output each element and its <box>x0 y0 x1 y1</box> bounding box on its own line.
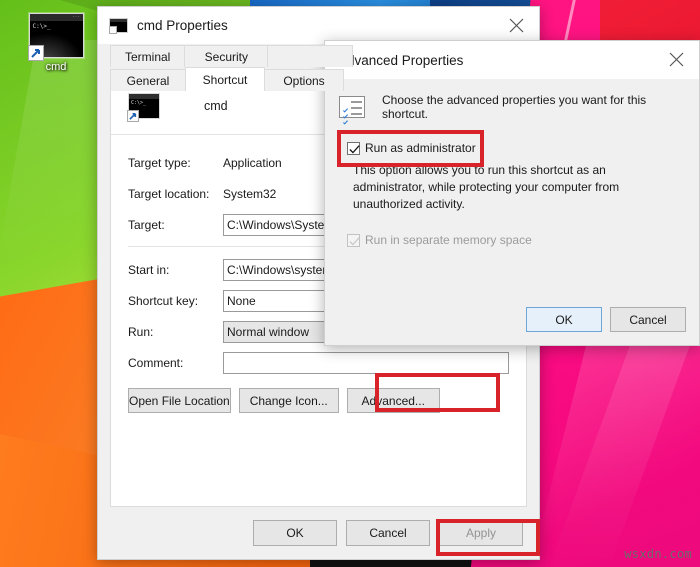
tab-shortcut[interactable]: Shortcut <box>185 67 265 91</box>
advanced-close-button[interactable] <box>653 41 699 78</box>
advanced-dialog-footer: OK Cancel <box>526 307 686 332</box>
properties-apply-button: Apply <box>439 520 523 546</box>
field-label: Shortcut key: <box>128 294 199 308</box>
properties-ok-button[interactable]: OK <box>253 520 337 546</box>
tab-options[interactable]: Options <box>264 69 344 91</box>
shortcut-name: cmd <box>204 99 228 113</box>
close-icon <box>669 52 683 67</box>
field-value: System32 <box>223 187 277 201</box>
advanced-dialog-body: Choose the advanced properties you want … <box>325 79 699 345</box>
checkmark-icon <box>349 144 360 154</box>
properties-tabstrip: Terminal Security General Shortcut Optio… <box>98 44 539 91</box>
advanced-ok-button[interactable]: OK <box>526 307 602 332</box>
tab-security[interactable]: Security <box>184 45 269 67</box>
properties-close-button[interactable] <box>493 7 539 44</box>
cmd-shortcut-icon: C:\>_ <box>127 93 160 122</box>
field-value: Application <box>223 156 282 170</box>
field-label: Start in: <box>128 263 170 277</box>
properties-footer: OK Cancel Apply <box>98 507 539 559</box>
change-icon-button[interactable]: Change Icon... <box>238 388 339 413</box>
tab-shortcut-label: Shortcut <box>202 72 248 87</box>
tab-general-label: General <box>126 73 170 88</box>
field-comment: Comment: <box>111 349 526 377</box>
tab-options-label: Options <box>283 73 325 88</box>
desktop-shortcut-label: cmd <box>45 61 67 73</box>
advanced-button[interactable]: Advanced... <box>346 388 440 413</box>
run-in-separate-memory-row: Run in separate memory space <box>347 233 699 247</box>
properties-window-title: cmd Properties <box>137 18 228 33</box>
field-label: Target: <box>128 218 165 232</box>
comment-input[interactable] <box>223 352 509 374</box>
run-as-administrator-label: Run as administrator <box>365 141 476 155</box>
site-watermark: wsxdn.com <box>624 547 692 561</box>
cmd-titlebar-icon <box>109 18 128 34</box>
run-in-separate-memory-checkbox <box>347 233 360 247</box>
close-icon <box>509 18 523 33</box>
properties-cancel-button[interactable]: Cancel <box>346 520 430 546</box>
tab-overflow[interactable] <box>267 45 354 67</box>
field-label: Comment: <box>128 356 184 370</box>
properties-titlebar: cmd Properties <box>98 7 539 44</box>
advanced-cancel-button[interactable]: Cancel <box>610 307 686 332</box>
field-label: Run: <box>128 325 154 339</box>
tab-security-label: Security <box>204 49 249 64</box>
desktop-shortcut-cmd[interactable]: ··· C:\>_ cmd <box>24 13 88 73</box>
shortcut-arrow-icon <box>127 110 139 122</box>
run-as-administrator-row[interactable]: Run as administrator <box>347 141 699 155</box>
shortcut-arrow-icon <box>27 45 44 61</box>
checkmark-icon <box>349 236 360 246</box>
advanced-intro-text: Choose the advanced properties you want … <box>382 93 647 121</box>
tab-terminal[interactable]: Terminal <box>110 45 186 67</box>
run-in-separate-memory-label: Run in separate memory space <box>365 233 532 247</box>
checklist-icon <box>339 96 365 125</box>
tab-terminal-label: Terminal <box>125 49 171 64</box>
tab-general[interactable]: General <box>110 69 186 91</box>
cmd-console-icon: ··· C:\>_ <box>27 13 84 61</box>
field-label: Target location: <box>128 187 210 201</box>
open-file-location-button[interactable]: Open File Location <box>128 388 231 413</box>
run-as-administrator-description: This option allows you to run this short… <box>353 163 620 211</box>
field-label: Target type: <box>128 156 191 170</box>
shortcut-action-buttons: Open File Location Change Icon... Advanc… <box>111 380 526 413</box>
run-as-administrator-checkbox[interactable] <box>347 141 360 155</box>
